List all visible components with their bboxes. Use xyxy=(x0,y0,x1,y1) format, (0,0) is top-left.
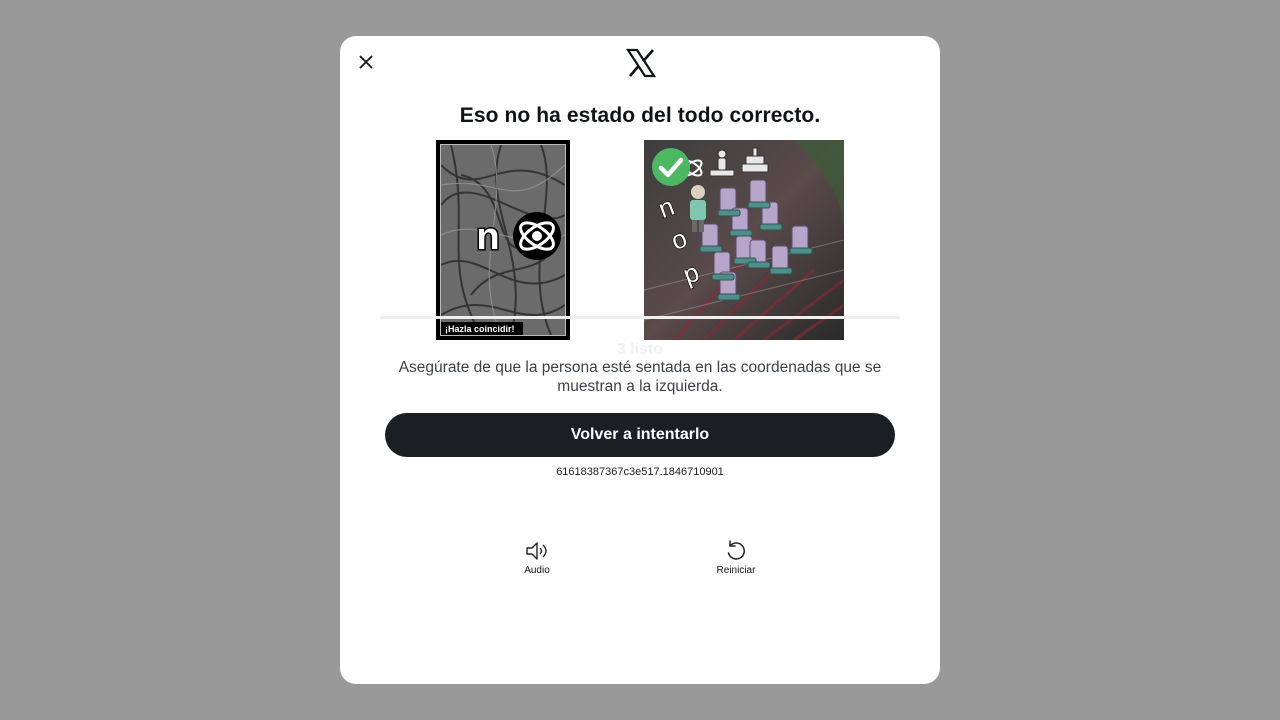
refresh-icon xyxy=(727,540,745,560)
captcha-dialog: Eso no ha estado del todo correcto. n ¡H… xyxy=(340,36,940,684)
restart-label: Reiniciar xyxy=(716,565,756,576)
speaker-icon xyxy=(526,542,547,560)
atom-icon xyxy=(513,212,561,260)
letter-n-token: n xyxy=(475,215,501,259)
audio-button[interactable]: Audio xyxy=(497,539,577,576)
cake-icon xyxy=(741,147,769,173)
instructions-text: Asegúrate de que la persona esté sentada… xyxy=(398,359,882,395)
green-checkmark-icon xyxy=(652,148,690,186)
answer-image[interactable]: n o p xyxy=(644,140,844,340)
retry-button[interactable]: Volver a intentarlo xyxy=(385,413,895,457)
stamp-icon xyxy=(709,149,735,177)
status-text: 3 listo xyxy=(616,341,664,358)
x-logo-icon xyxy=(626,48,656,78)
letter-o: o xyxy=(667,223,691,256)
reference-image: n ¡Hazla coincidir! xyxy=(436,140,570,340)
letter-n: n xyxy=(654,191,678,224)
restart-button[interactable]: Reiniciar xyxy=(696,539,776,576)
audio-label: Audio xyxy=(524,565,550,576)
person-figure xyxy=(690,185,706,232)
letter-p: p xyxy=(679,257,703,290)
letter-n: n xyxy=(476,216,499,258)
session-id: 61618387367c3e517.1846710901 xyxy=(556,466,724,478)
dialog-title: Eso no ha estado del todo correcto. xyxy=(459,104,821,127)
match-caption: ¡Hazla coincidir! xyxy=(441,322,523,335)
close-button[interactable] xyxy=(354,50,378,74)
seat-grid xyxy=(699,179,813,301)
close-icon xyxy=(359,55,373,69)
progress-bar xyxy=(380,316,900,319)
